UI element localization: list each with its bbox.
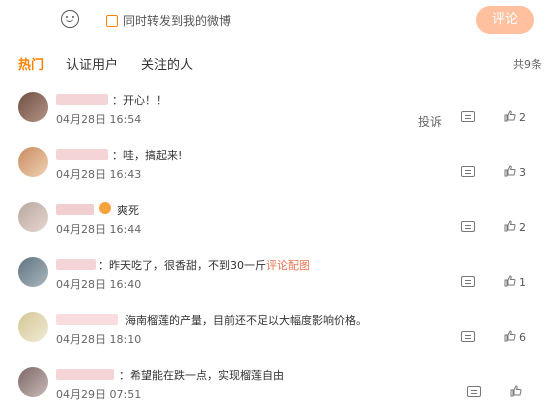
comment-text: ：哇，搞起来! — [112, 149, 183, 162]
comment-text: ：开心！！ — [112, 94, 167, 107]
comment-time: 04月28日 16:54 — [56, 113, 142, 126]
report-button[interactable]: 投诉 — [418, 113, 442, 130]
like-icon[interactable] — [510, 385, 522, 397]
like-count: 3 — [519, 166, 526, 179]
repost-label: 同时转发到我的微博 — [123, 14, 232, 28]
username-blurred[interactable] — [56, 94, 108, 105]
tab-following[interactable]: 关注的人 — [141, 54, 193, 73]
comment-count: 共9条 — [513, 58, 542, 71]
comment-item: ：希望能在跌一点，实现榴莲自由 04月29日 07:51 — [0, 367, 550, 410]
comment-item: ：开心！！ 04月28日 16:54 投诉 2 — [0, 92, 550, 147]
comment-image-link[interactable]: 评论配图 — [266, 259, 310, 272]
avatar[interactable] — [18, 312, 48, 342]
comment-item: 海南榴莲的产量，目前还不足以大幅度影响价格。 04月28日 18:10 6 — [0, 312, 550, 367]
reply-icon[interactable] — [461, 331, 475, 342]
reply-icon[interactable] — [461, 166, 475, 177]
submit-comment-button[interactable]: 评论 — [476, 6, 534, 34]
emoji-icon[interactable] — [61, 10, 79, 28]
username-blurred[interactable] — [56, 204, 94, 215]
reply-icon[interactable] — [461, 221, 475, 232]
like-icon[interactable] — [504, 275, 516, 287]
reply-icon[interactable] — [461, 276, 475, 287]
like-count: 2 — [519, 111, 526, 124]
reply-icon[interactable] — [467, 386, 481, 397]
comment-item: ：哇，搞起来! 04月28日 16:43 3 — [0, 147, 550, 202]
like-icon[interactable] — [504, 220, 516, 232]
like-count: 6 — [519, 331, 526, 344]
comment-time: 04月29日 07:51 — [56, 388, 142, 401]
username-blurred[interactable] — [56, 314, 118, 325]
comment-item: 爽死 04月28日 16:44 2 — [0, 202, 550, 257]
avatar[interactable] — [18, 367, 48, 397]
like-icon[interactable] — [504, 330, 516, 342]
tab-verified-users[interactable]: 认证用户 — [66, 54, 118, 73]
comment-text: ：昨天吃了，很香甜，不到30一斤评论配图 — [98, 259, 310, 272]
avatar[interactable] — [18, 92, 48, 122]
repost-option[interactable]: 同时转发到我的微博 — [106, 12, 231, 29]
like-icon[interactable] — [504, 165, 516, 177]
comment-text: 爽死 — [117, 204, 139, 217]
tab-hot[interactable]: 热门 — [18, 54, 44, 73]
repost-checkbox[interactable] — [106, 14, 118, 27]
comment-composer: 同时转发到我的微博 评论 — [0, 0, 550, 40]
like-count: 2 — [519, 221, 526, 234]
like-icon[interactable] — [504, 110, 516, 122]
comment-text: ：希望能在跌一点，实现榴莲自由 — [119, 369, 284, 382]
username-blurred[interactable] — [56, 149, 108, 160]
avatar[interactable] — [18, 257, 48, 287]
username-blurred[interactable] — [56, 259, 96, 270]
comment-time: 04月28日 16:40 — [56, 278, 142, 291]
avatar[interactable] — [18, 147, 48, 177]
comment-time: 04月28日 16:43 — [56, 168, 142, 181]
comment-time: 04月28日 16:44 — [56, 223, 142, 236]
comment-text: 海南榴莲的产量，目前还不足以大幅度影响价格。 — [125, 314, 367, 327]
comment-item: ：昨天吃了，很香甜，不到30一斤评论配图 04月28日 16:40 1 — [0, 257, 550, 312]
comment-tabs: 热门 认证用户 关注的人 共9条 — [0, 52, 550, 74]
avatar[interactable] — [18, 202, 48, 232]
reply-icon[interactable] — [461, 111, 475, 122]
comment-time: 04月28日 18:10 — [56, 333, 142, 346]
username-blurred[interactable] — [56, 369, 114, 380]
emoji-face-icon — [99, 202, 111, 214]
like-count: 1 — [519, 276, 526, 289]
